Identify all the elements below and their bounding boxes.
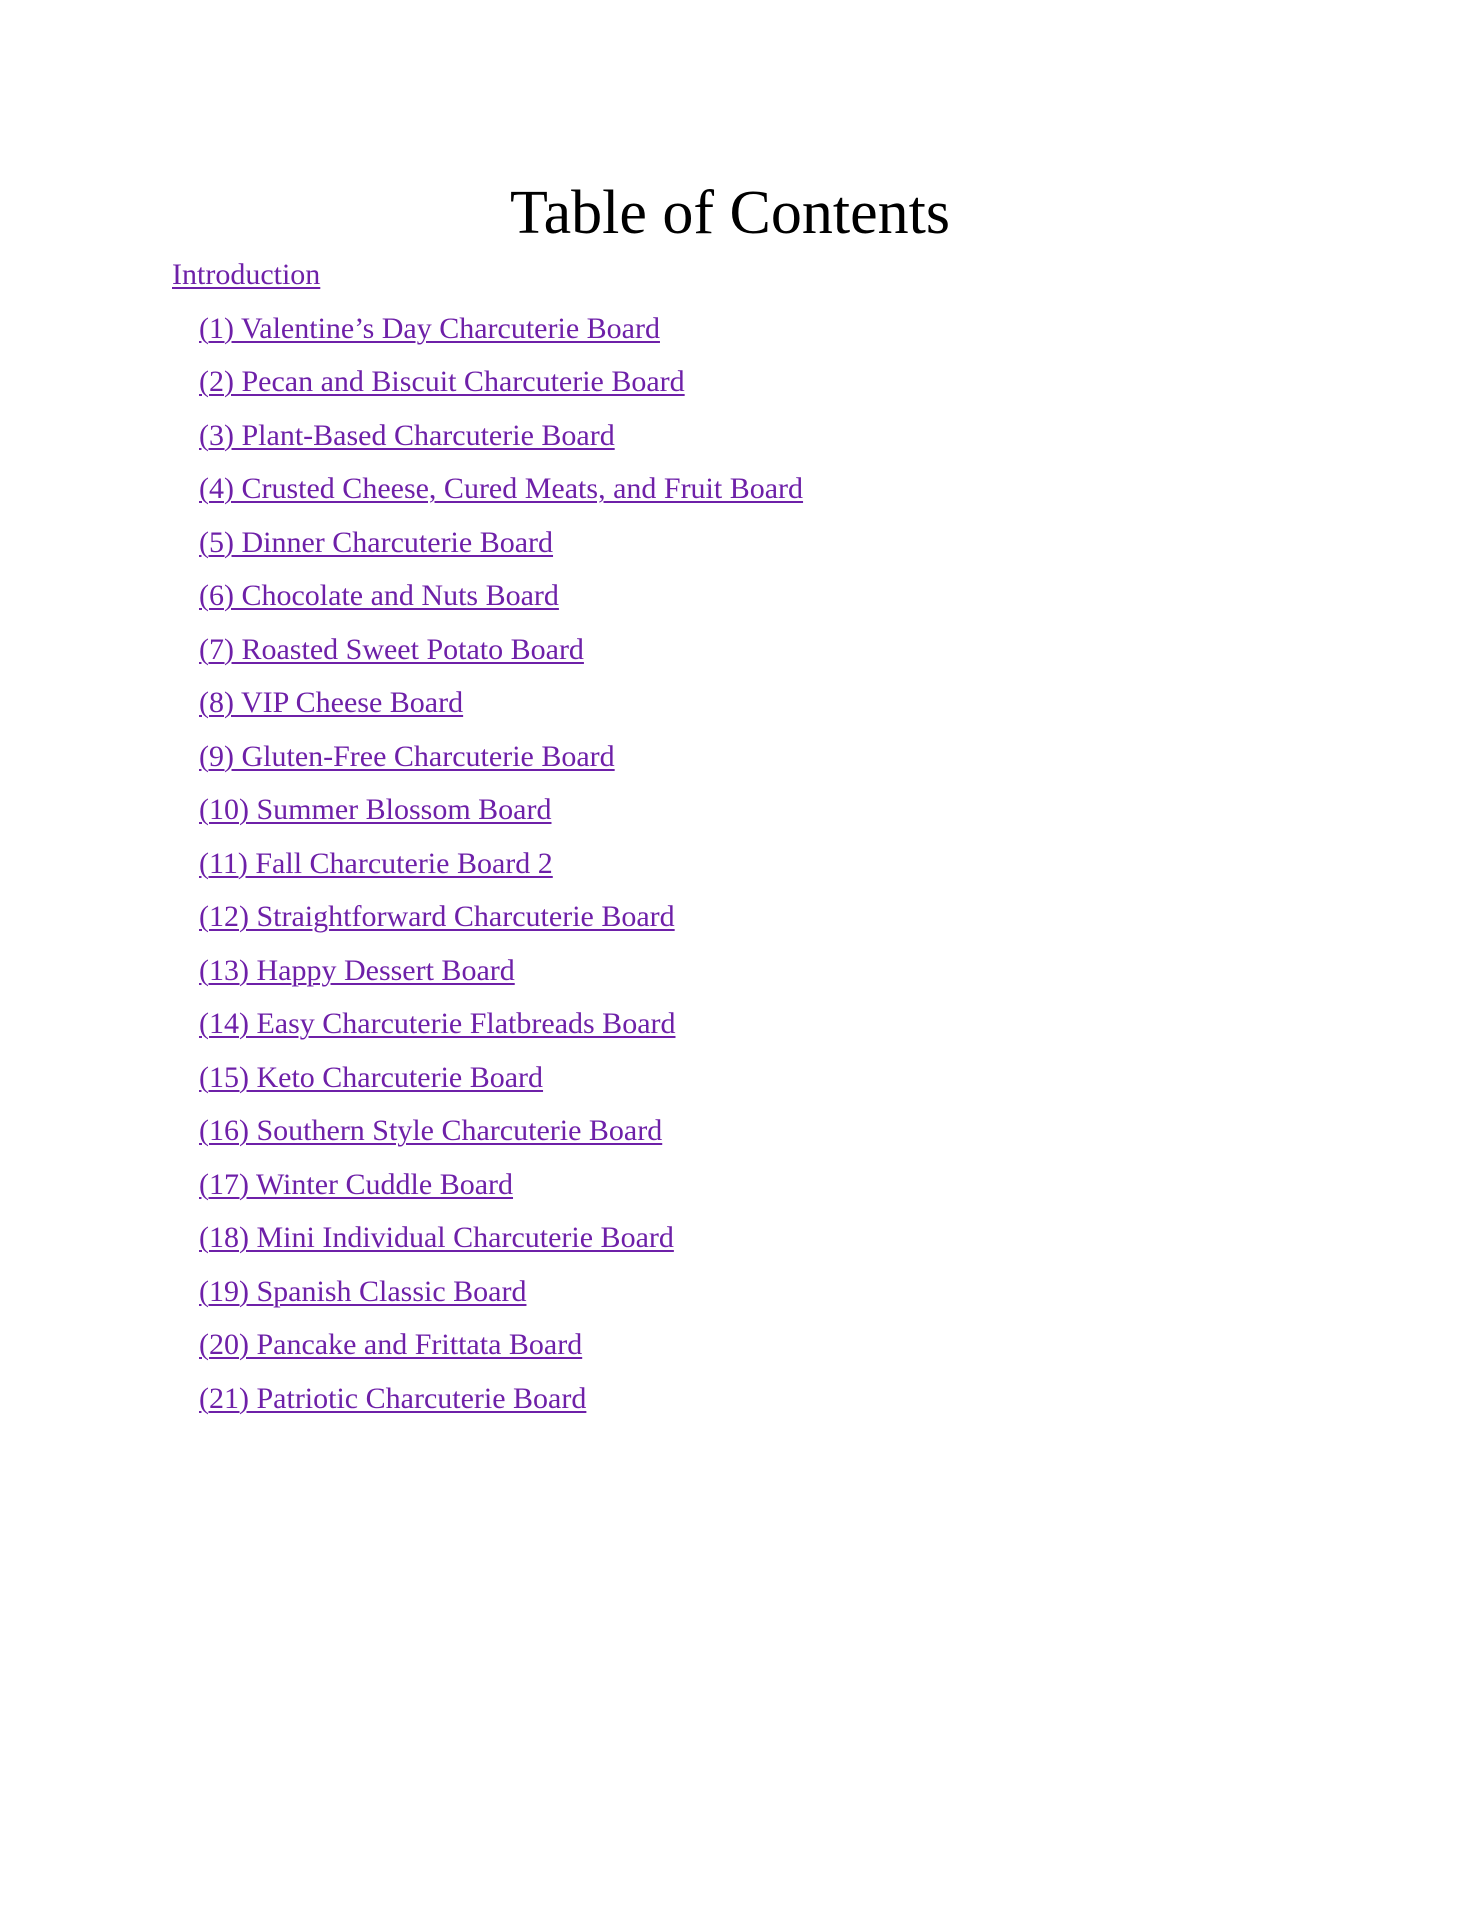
toc-link[interactable]: (13) Happy Dessert Board <box>199 954 515 987</box>
toc-entry: (13) Happy Dessert Board <box>0 944 1483 998</box>
toc-entry: (6) Chocolate and Nuts Board <box>0 569 1483 623</box>
document-page: Table of Contents Introduction (1) Valent… <box>0 0 1483 1920</box>
toc-entry: (5) Dinner Charcuterie Board <box>0 516 1483 570</box>
toc-entry: Introduction <box>0 248 1483 302</box>
toc-link[interactable]: (14) Easy Charcuterie Flatbreads Board <box>199 1007 676 1040</box>
toc-link[interactable]: (17) Winter Cuddle Board <box>199 1168 513 1201</box>
toc-entry: (20) Pancake and Frittata Board <box>0 1318 1483 1372</box>
toc-entry: (11) Fall Charcuterie Board 2 <box>0 837 1483 891</box>
toc-entry: (18) Mini Individual Charcuterie Board <box>0 1211 1483 1265</box>
toc-link[interactable]: (7) Roasted Sweet Potato Board <box>199 633 584 666</box>
toc-entry: (21) Patriotic Charcuterie Board <box>0 1372 1483 1426</box>
toc-link[interactable]: (12) Straightforward Charcuterie Board <box>199 900 675 933</box>
toc-link[interactable]: (20) Pancake and Frittata Board <box>199 1328 582 1361</box>
toc-link[interactable]: (5) Dinner Charcuterie Board <box>199 526 553 559</box>
toc-entry: (3) Plant-Based Charcuterie Board <box>0 409 1483 463</box>
toc-link[interactable]: (1) Valentine’s Day Charcuterie Board <box>199 312 660 345</box>
toc-entry: (16) Southern Style Charcuterie Board <box>0 1104 1483 1158</box>
toc-entry: (8) VIP Cheese Board <box>0 676 1483 730</box>
toc-link[interactable]: (3) Plant-Based Charcuterie Board <box>199 419 615 452</box>
toc-entry: (2) Pecan and Biscuit Charcuterie Board <box>0 355 1483 409</box>
toc-link[interactable]: (21) Patriotic Charcuterie Board <box>199 1382 586 1415</box>
toc-link[interactable]: (9) Gluten-Free Charcuterie Board <box>199 740 615 773</box>
toc-link[interactable]: (6) Chocolate and Nuts Board <box>199 579 559 612</box>
toc-link[interactable]: (15) Keto Charcuterie Board <box>199 1061 543 1094</box>
toc-link[interactable]: (4) Crusted Cheese, Cured Meats, and Fru… <box>199 472 803 505</box>
toc-entry: (9) Gluten-Free Charcuterie Board <box>0 730 1483 784</box>
toc-entry: (17) Winter Cuddle Board <box>0 1158 1483 1212</box>
toc-link[interactable]: (19) Spanish Classic Board <box>199 1275 526 1308</box>
toc-link[interactable]: (10) Summer Blossom Board <box>199 793 552 826</box>
toc-link[interactable]: (2) Pecan and Biscuit Charcuterie Board <box>199 365 685 398</box>
toc-link[interactable]: Introduction <box>172 258 320 291</box>
page-title: Table of Contents <box>510 178 950 247</box>
toc-link[interactable]: (18) Mini Individual Charcuterie Board <box>199 1221 674 1254</box>
toc-entry: (14) Easy Charcuterie Flatbreads Board <box>0 997 1483 1051</box>
toc-entry: (12) Straightforward Charcuterie Board <box>0 890 1483 944</box>
toc-entry: (19) Spanish Classic Board <box>0 1265 1483 1319</box>
toc-link[interactable]: (16) Southern Style Charcuterie Board <box>199 1114 662 1147</box>
table-of-contents: Introduction (1) Valentine’s Day Charcute… <box>0 248 1483 1425</box>
toc-entry: (15) Keto Charcuterie Board <box>0 1051 1483 1105</box>
toc-entry: (1) Valentine’s Day Charcuterie Board <box>0 302 1483 356</box>
toc-entry: (10) Summer Blossom Board <box>0 783 1483 837</box>
toc-entry: (4) Crusted Cheese, Cured Meats, and Fru… <box>0 462 1483 516</box>
toc-link[interactable]: (11) Fall Charcuterie Board 2 <box>199 847 553 880</box>
toc-link[interactable]: (8) VIP Cheese Board <box>199 686 463 719</box>
toc-entry: (7) Roasted Sweet Potato Board <box>0 623 1483 677</box>
